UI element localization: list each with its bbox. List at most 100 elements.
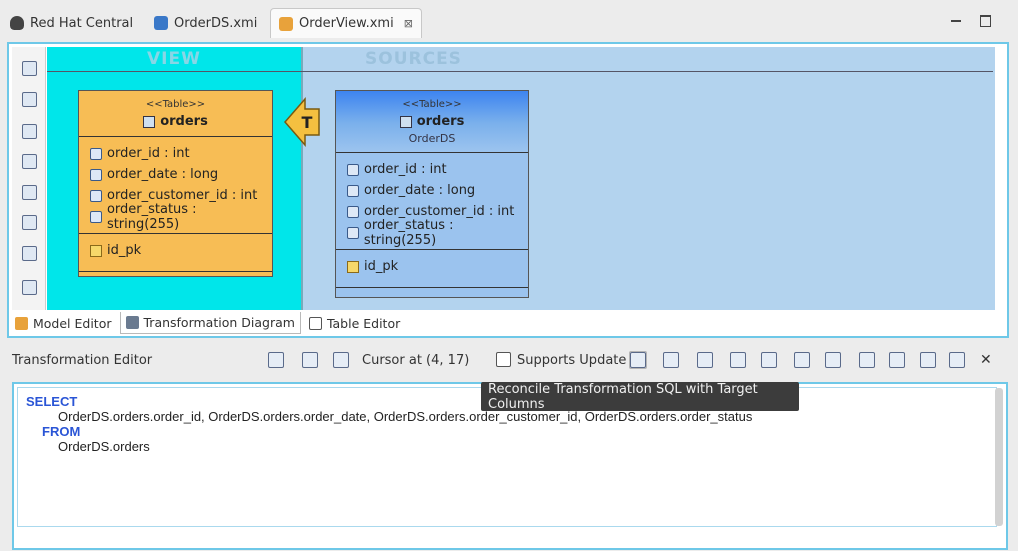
- source-model-name: OrderDS: [408, 132, 456, 145]
- reconcile-icon[interactable]: [301, 351, 319, 369]
- tab-label: Table Editor: [326, 315, 401, 331]
- key-item[interactable]: id_pk: [347, 256, 528, 277]
- decrease-font-icon[interactable]: [824, 351, 842, 369]
- show-query-icon[interactable]: [662, 351, 680, 369]
- divider: [79, 271, 272, 272]
- tab-model-editor[interactable]: Model Editor: [9, 312, 118, 334]
- table-icon: [143, 115, 156, 128]
- tab-orderview-xmi[interactable]: OrderView.xmi ⊠: [270, 8, 422, 38]
- xmi-view-icon: [279, 16, 293, 31]
- sql-from-keyword: FROM: [42, 424, 81, 439]
- table-name-label: orders: [416, 114, 465, 129]
- sql-select-keyword: SELECT: [26, 394, 78, 409]
- column-icon: [347, 163, 359, 176]
- diagram-palette: [12, 47, 46, 310]
- import-icon[interactable]: [919, 351, 937, 369]
- transformation-editor: Transformation Editor Cursor at (4, 17) …: [0, 340, 1018, 551]
- palette-view-icon[interactable]: [22, 215, 37, 230]
- transformation-arrow-icon[interactable]: T: [283, 95, 323, 149]
- diagram-vertical-scrollbar[interactable]: [995, 47, 1003, 310]
- column-icon: [347, 205, 359, 218]
- reconcile-target-columns-button[interactable]: [629, 351, 647, 369]
- expand-select-icon[interactable]: [760, 351, 778, 369]
- primary-key-icon: [90, 244, 102, 257]
- column-item[interactable]: order_status : string(255): [347, 218, 528, 248]
- source-table-orders[interactable]: <<Table>> orders OrderDS order_id : int …: [335, 90, 529, 298]
- palette-folder-icon[interactable]: [22, 92, 37, 107]
- layout-icon[interactable]: [858, 351, 876, 369]
- palette-layout-icon[interactable]: [22, 280, 37, 295]
- key-item[interactable]: id_pk: [90, 240, 272, 261]
- tab-table-editor[interactable]: Table Editor: [303, 312, 406, 334]
- key-label: id_pk: [107, 243, 142, 258]
- sources-label: SOURCES: [365, 49, 462, 69]
- column-item[interactable]: order_date : long: [347, 180, 528, 201]
- column-icon: [347, 226, 359, 239]
- cursor-position: Cursor at (4, 17): [362, 353, 470, 368]
- tab-orderds-xmi[interactable]: OrderDS.xmi: [146, 8, 265, 38]
- table-name: orders: [79, 114, 272, 129]
- column-icon: [347, 184, 359, 197]
- optimize-icon[interactable]: [696, 351, 714, 369]
- column-label: order_status : string(255): [106, 201, 197, 232]
- tab-label: OrderDS.xmi: [174, 15, 258, 31]
- supports-update-checkbox[interactable]: [496, 352, 511, 367]
- column-label: order_id : int: [364, 162, 447, 177]
- column-label: order_date : long: [364, 183, 476, 198]
- sql-vertical-scrollbar[interactable]: [995, 388, 1003, 526]
- tab-label: Red Hat Central: [30, 15, 134, 31]
- header-divider: [47, 71, 993, 72]
- diagram-icon: [125, 316, 139, 329]
- column-icon: [90, 189, 102, 202]
- transform-symbol: T: [302, 113, 313, 132]
- column-icon: [90, 147, 102, 160]
- builder-icon[interactable]: [729, 351, 747, 369]
- sql-from-table: OrderDS.orders: [58, 439, 150, 454]
- editor-view-tabs: Model Editor Transformation Diagram Tabl…: [9, 312, 406, 336]
- table-icon: [399, 115, 412, 128]
- redhat-icon: [10, 16, 24, 30]
- minimize-icon[interactable]: [949, 14, 963, 28]
- column-list: order_id : int order_date : long order_c…: [79, 137, 272, 233]
- key-list: id_pk: [336, 250, 528, 283]
- tab-label: Model Editor: [33, 315, 112, 331]
- column-item[interactable]: order_id : int: [90, 143, 272, 164]
- palette-table-icon[interactable]: [22, 124, 37, 139]
- tab-label: Transformation Diagram: [143, 315, 295, 330]
- increase-font-icon[interactable]: [793, 351, 811, 369]
- column-item[interactable]: order_id : int: [347, 159, 528, 180]
- maximize-icon[interactable]: [978, 14, 992, 28]
- column-icon: [90, 210, 102, 223]
- table-stereotype: <<Table>>: [402, 99, 462, 110]
- palette-column-icon[interactable]: [22, 185, 37, 200]
- primary-key-icon: [347, 260, 359, 273]
- close-tab-icon[interactable]: ⊠: [404, 17, 413, 30]
- column-label: order_status : string(255): [363, 217, 454, 248]
- column-label: order_id : int: [107, 146, 190, 161]
- tab-transformation-diagram[interactable]: Transformation Diagram: [119, 312, 301, 334]
- tooltip: Reconcile Transformation SQL with Target…: [481, 382, 799, 412]
- export-icon[interactable]: [948, 351, 966, 369]
- editor-tab-bar: Red Hat Central OrderDS.xmi OrderView.xm…: [0, 0, 1018, 42]
- model-editor-icon: [15, 316, 28, 330]
- close-icon[interactable]: ✕: [980, 352, 992, 368]
- table-name: orders: [336, 114, 528, 129]
- edit-criteria-icon[interactable]: [332, 351, 350, 369]
- column-icon: [90, 168, 102, 181]
- transformation-diagram-panel: VIEW SOURCES <<Table>> orders order_id :…: [7, 42, 1009, 338]
- tab-red-hat-central[interactable]: Red Hat Central: [2, 8, 141, 38]
- key-list: id_pk: [79, 234, 272, 267]
- diagram-canvas[interactable]: VIEW SOURCES <<Table>> orders order_id :…: [47, 47, 1001, 310]
- table-stereotype: <<Table>>: [145, 99, 206, 110]
- palette-reconcile-icon[interactable]: [22, 246, 37, 261]
- target-table-orders[interactable]: <<Table>> orders order_id : int order_da…: [78, 90, 273, 277]
- key-label: id_pk: [364, 259, 399, 274]
- palette-procedure-icon[interactable]: [22, 154, 37, 169]
- divider: [336, 287, 528, 288]
- palette-select-icon[interactable]: [22, 61, 37, 76]
- collapse-icon[interactable]: [888, 351, 906, 369]
- column-item[interactable]: order_date : long: [90, 164, 272, 185]
- column-item[interactable]: order_status : string(255): [90, 202, 272, 232]
- column-list: order_id : int order_date : long order_c…: [336, 153, 528, 249]
- validate-sql-icon[interactable]: [267, 351, 285, 369]
